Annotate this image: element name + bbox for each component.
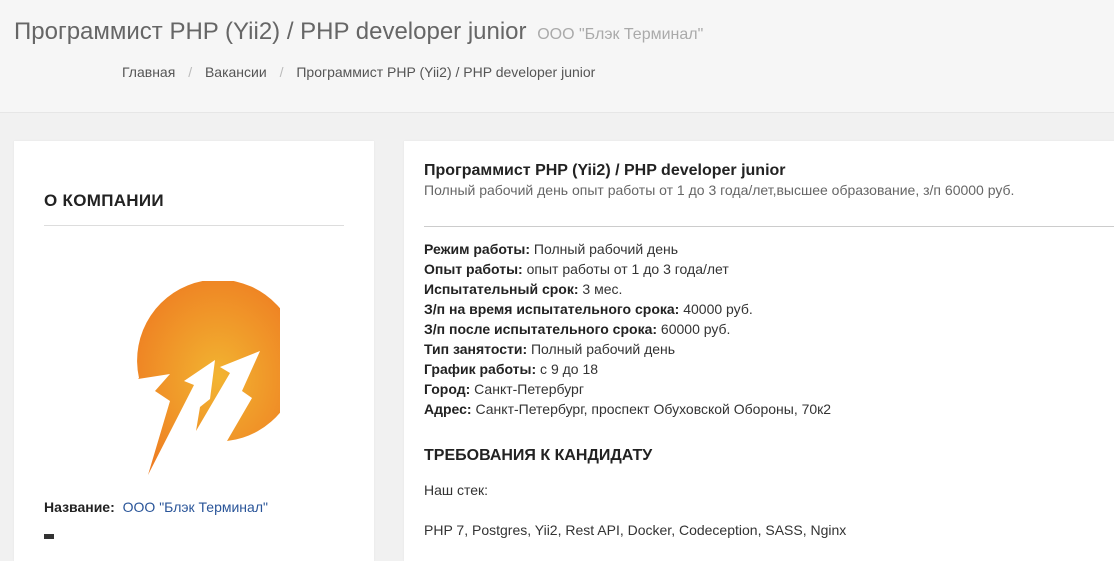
requirements-intro: Наш стек: — [424, 482, 489, 498]
breadcrumb-current: Программист PHP (Yii2) / PHP developer j… — [296, 64, 596, 80]
detail-value: Санкт-Петербург, проспект Обуховской Обо… — [471, 401, 832, 417]
page-title-company: ООО "Блэк Терминал" — [537, 26, 704, 43]
detail-label: Тип занятости: — [424, 341, 528, 357]
detail-row-employment-type: Тип занятости: Полный рабочий день — [424, 339, 831, 359]
page-title-text: Программист PHP (Yii2) / PHP developer j… — [14, 18, 527, 45]
detail-label: График работы: — [424, 361, 537, 377]
detail-row-mode: Режим работы: Полный рабочий день — [424, 239, 831, 259]
detail-row-probation-salary: З/п на время испытательного срока: 40000… — [424, 299, 831, 319]
detail-row-city: Город: Санкт-Петербург — [424, 379, 831, 399]
breadcrumb-vacancies-link[interactable]: Вакансии — [205, 64, 267, 80]
cropped-row — [44, 534, 54, 539]
breadcrumb-separator: / — [279, 64, 284, 80]
detail-row-salary: З/п после испытательного срока: 60000 ру… — [424, 319, 831, 339]
breadcrumb: Главная / Вакансии / Программист PHP (Yi… — [122, 64, 595, 80]
breadcrumb-home-link[interactable]: Главная — [122, 64, 175, 80]
breadcrumb-separator: / — [188, 64, 193, 80]
detail-value: 60000 руб. — [657, 321, 731, 337]
detail-value: Санкт-Петербург — [470, 381, 584, 397]
company-panel-heading: О КОМПАНИИ — [44, 191, 164, 210]
detail-value: 40000 руб. — [679, 301, 753, 317]
detail-label: Опыт работы: — [424, 261, 523, 277]
detail-value: Полный рабочий день — [530, 241, 679, 257]
black-terminal-logo-icon — [137, 281, 280, 475]
detail-row-address: Адрес: Санкт-Петербург, проспект Обуховс… — [424, 399, 831, 419]
detail-label: З/п после испытательного срока: — [424, 321, 658, 337]
requirements-stack: PHP 7, Postgres, Yii2, Rest API, Docker,… — [424, 522, 847, 538]
page-header: Программист PHP (Yii2) / PHP developer j… — [0, 0, 1114, 113]
detail-value: Полный рабочий день — [527, 341, 676, 357]
company-name-row: Название: ООО "Блэк Терминал" — [44, 499, 268, 515]
vacancy-details: Режим работы: Полный рабочий день Опыт р… — [424, 239, 831, 419]
detail-row-probation: Испытательный срок: 3 мес. — [424, 279, 831, 299]
vacancy-summary: Полный рабочий день опыт работы от 1 до … — [424, 182, 1015, 198]
company-name-label: Название: — [44, 499, 115, 515]
page-title: Программист PHP (Yii2) / PHP developer j… — [14, 18, 703, 46]
requirements-heading: ТРЕБОВАНИЯ К КАНДИДАТУ — [424, 447, 653, 464]
divider — [44, 225, 344, 226]
detail-label: Испытательный срок: — [424, 281, 579, 297]
detail-label: Город: — [424, 381, 471, 397]
detail-value: опыт работы от 1 до 3 года/лет — [522, 261, 729, 277]
company-panel: О КОМПАНИИ Название: ООО "Блэк Терминал" — [14, 141, 374, 561]
company-name-link[interactable]: ООО "Блэк Терминал" — [123, 499, 268, 515]
divider — [424, 226, 1114, 227]
detail-row-experience: Опыт работы: опыт работы от 1 до 3 года/… — [424, 259, 831, 279]
detail-value: 3 мес. — [578, 281, 623, 297]
detail-label: Режим работы: — [424, 241, 531, 257]
detail-label: З/п на время испытательного срока: — [424, 301, 680, 317]
vacancy-panel: Программист PHP (Yii2) / PHP developer j… — [404, 141, 1114, 561]
detail-row-schedule: График работы: с 9 до 18 — [424, 359, 831, 379]
vacancy-title: Программист PHP (Yii2) / PHP developer j… — [424, 162, 786, 179]
detail-value: с 9 до 18 — [536, 361, 599, 377]
detail-label: Адрес: — [424, 401, 472, 417]
